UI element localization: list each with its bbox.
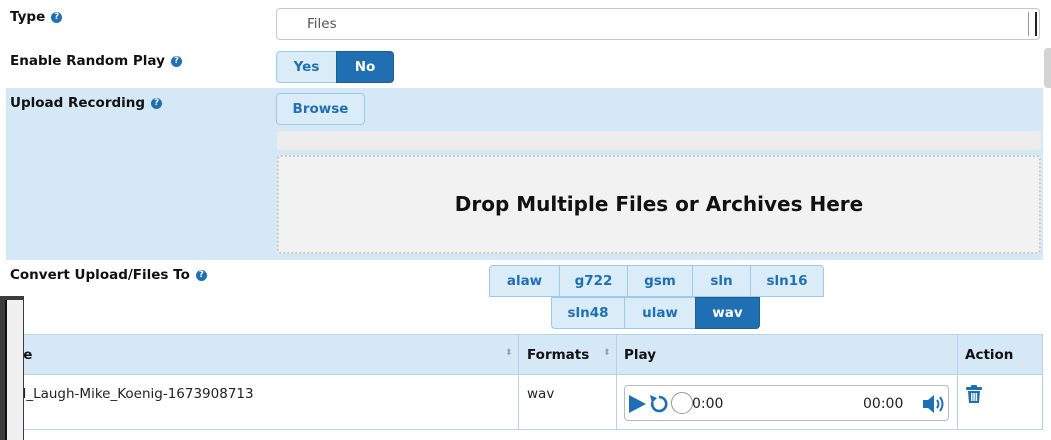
audio-player: 0:00 00:00 <box>624 385 949 421</box>
format-sln-button[interactable]: sln <box>692 265 751 297</box>
column-header-play: Play <box>624 347 657 363</box>
format-sln16-button[interactable]: sln16 <box>750 265 824 297</box>
file-formats-cell: wav <box>527 386 555 402</box>
type-select-value: Files <box>307 16 337 32</box>
sort-icon[interactable]: ⬍ <box>505 348 513 358</box>
duration: 00:00 <box>863 396 904 412</box>
type-select[interactable]: Files <box>276 8 1040 40</box>
format-wav-button[interactable]: wav <box>695 297 760 329</box>
play-icon[interactable] <box>627 394 647 414</box>
help-icon[interactable]: ? <box>195 269 207 281</box>
column-header-action: Action <box>965 347 1014 363</box>
help-icon[interactable]: ? <box>51 11 63 23</box>
files-table-header <box>6 334 1043 375</box>
browse-button[interactable]: Browse <box>276 93 365 125</box>
file-dropzone[interactable]: Drop Multiple Files or Archives Here <box>277 155 1041 254</box>
select-arrow-icon <box>1028 12 1037 36</box>
column-header-formats[interactable]: Formats <box>527 347 589 363</box>
type-label: Type? <box>10 9 63 25</box>
format-alaw-button[interactable]: alaw <box>489 265 560 297</box>
random-play-no-button[interactable]: No <box>336 51 394 83</box>
help-icon[interactable]: ? <box>151 97 163 109</box>
format-ulaw-button[interactable]: ulaw <box>624 297 696 329</box>
format-gsm-button[interactable]: gsm <box>627 265 693 297</box>
upload-progress-bar <box>277 131 1041 150</box>
trash-icon[interactable] <box>965 385 983 404</box>
random-play-yes-button[interactable]: Yes <box>276 51 337 83</box>
random-play-label: Enable Random Play? <box>10 53 182 69</box>
column-divider <box>616 334 617 430</box>
current-time: 0:00 <box>692 396 724 412</box>
overlay-panel-content <box>5 300 23 440</box>
seek-handle[interactable] <box>671 392 693 414</box>
volume-icon[interactable] <box>922 393 946 415</box>
format-sln48-button[interactable]: sln48 <box>551 297 625 329</box>
convert-label: Convert Upload/Files To? <box>10 267 207 283</box>
upload-recording-label: Upload Recording? <box>10 95 163 111</box>
replay-icon[interactable] <box>649 393 669 415</box>
scroll-indicator[interactable] <box>1044 48 1051 88</box>
sort-icon[interactable]: ⬍ <box>603 348 611 358</box>
help-icon[interactable]: ? <box>170 55 182 67</box>
format-g722-button[interactable]: g722 <box>559 265 628 297</box>
column-divider <box>957 334 958 430</box>
column-divider <box>518 334 519 430</box>
file-name-cell: ld_Laugh-Mike_Koenig-1673908713 <box>14 386 254 402</box>
